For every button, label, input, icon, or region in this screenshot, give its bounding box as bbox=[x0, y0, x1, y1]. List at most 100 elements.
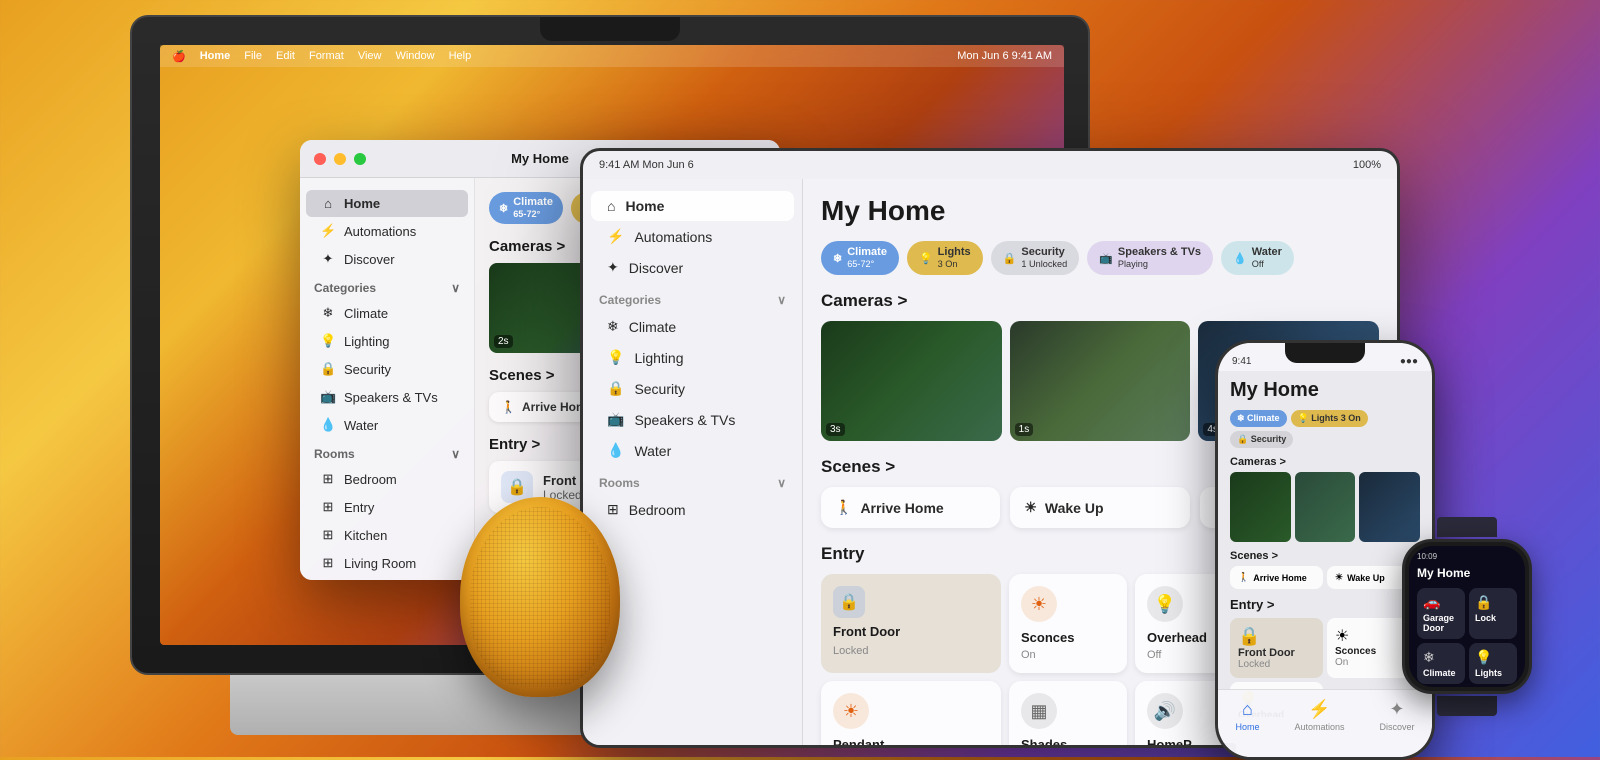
iphone-climate-pill[interactable]: ❄ Climate bbox=[1230, 410, 1287, 427]
window-menu[interactable]: Window bbox=[395, 50, 434, 62]
ip-automations-tab-label: Automations bbox=[1294, 722, 1344, 732]
pendant-name: Pendant bbox=[833, 737, 989, 745]
watch-grid: 🚗 GarageDoor 🔒 Lock ❄ Climate 💡 Lights bbox=[1417, 588, 1517, 684]
ipad-tvp-label: Speakers & TVsPlaying bbox=[1118, 246, 1201, 270]
climate-pill-label: Climate65-72° bbox=[513, 196, 553, 220]
view-menu[interactable]: View bbox=[358, 50, 382, 62]
iphone-cameras-header[interactable]: Cameras > bbox=[1230, 456, 1420, 468]
ipad-automations-label: Automations bbox=[634, 229, 712, 245]
ip-wakeup-icon: ☀ bbox=[1335, 572, 1343, 583]
homepod bbox=[440, 497, 640, 737]
iphone-lights-pill[interactable]: 💡 Lights 3 On bbox=[1291, 410, 1368, 427]
sidebar-item-climate[interactable]: ❄ Climate bbox=[306, 299, 468, 327]
watch-card-garage[interactable]: 🚗 GarageDoor bbox=[1417, 588, 1465, 639]
watch-strap-bottom bbox=[1437, 696, 1497, 716]
app-menu[interactable]: Home bbox=[200, 50, 231, 62]
ipad-speakers-pill[interactable]: 📺 Speakers & TVsPlaying bbox=[1087, 241, 1213, 275]
iphone-tab-automations[interactable]: ⚡ Automations bbox=[1294, 699, 1344, 732]
pendant-icon: ☀ bbox=[833, 693, 869, 729]
ipad-water-pill[interactable]: 💧 WaterOff bbox=[1221, 241, 1294, 275]
arrive-label: Arrive Home bbox=[860, 500, 943, 516]
speakers-icon: 📺 bbox=[320, 389, 336, 405]
ipad-climate-pill[interactable]: ❄ Climate65-72° bbox=[821, 241, 899, 275]
ipad-sidebar-water[interactable]: 💧 Water bbox=[591, 435, 794, 466]
iphone-signal: ●●● bbox=[1400, 356, 1418, 367]
iphone-tab-home[interactable]: ⌂ Home bbox=[1235, 699, 1259, 732]
ipad-statusbar: 9:41 AM Mon Jun 6 100% bbox=[583, 151, 1397, 179]
ipad-sidebar-climate[interactable]: ❄ Climate bbox=[591, 311, 794, 342]
ipad-sidebar-speakers[interactable]: 📺 Speakers & TVs bbox=[591, 404, 794, 435]
ip-home-tab-label: Home bbox=[1235, 722, 1259, 732]
help-menu[interactable]: Help bbox=[449, 50, 472, 62]
security-icon: 🔒 bbox=[320, 361, 336, 377]
sidebar-lighting-label: Lighting bbox=[344, 334, 390, 349]
ipad-scene-wakeup[interactable]: ☀ Wake Up bbox=[1010, 487, 1189, 528]
sidebar-item-home[interactable]: ⌂ Home bbox=[306, 190, 468, 217]
iphone-tabbar: ⌂ Home ⚡ Automations ✦ Discover bbox=[1218, 689, 1432, 757]
ipad-home-title: My Home bbox=[821, 195, 1379, 227]
ipad-lights-pill[interactable]: 💡 Lights3 On bbox=[907, 241, 983, 275]
ip-arrive-icon: 🚶 bbox=[1238, 572, 1249, 583]
apple-menu[interactable]: 🍎 bbox=[172, 50, 186, 63]
apple-watch: 10:09 My Home 🚗 GarageDoor 🔒 Lock ❄ Clim… bbox=[1392, 517, 1542, 697]
ipad-sidebar-security[interactable]: 🔒 Security bbox=[591, 373, 794, 404]
ip-automations-tab-icon: ⚡ bbox=[1308, 699, 1330, 720]
maximize-button[interactable] bbox=[354, 153, 366, 165]
ipad-cameras-header[interactable]: Cameras > bbox=[821, 291, 1379, 311]
iphone-door-name: Front Door bbox=[1238, 647, 1315, 659]
ipad-lp-label: Lights3 On bbox=[938, 246, 971, 270]
sidebar-item-water[interactable]: 💧 Water bbox=[306, 411, 468, 439]
ip-home-tab-icon: ⌂ bbox=[1242, 699, 1253, 720]
home-icon: ⌂ bbox=[320, 196, 336, 211]
watch-card-lights[interactable]: 💡 Lights bbox=[1469, 643, 1517, 684]
ipad-security-pill[interactable]: 🔒 Security1 Unlocked bbox=[991, 241, 1080, 275]
ipad-battery: 100% bbox=[1353, 159, 1381, 171]
sidebar-item-automations[interactable]: ⚡ Automations bbox=[306, 217, 468, 245]
climate-pill[interactable]: ❄ Climate65-72° bbox=[489, 192, 563, 224]
sconces-icon: ☀ bbox=[1021, 586, 1057, 622]
sidebar-item-speakers[interactable]: 📺 Speakers & TVs bbox=[306, 383, 468, 411]
ipad-sconces-card[interactable]: ☀ Sconces On bbox=[1009, 574, 1127, 673]
sidebar-item-security[interactable]: 🔒 Security bbox=[306, 355, 468, 383]
watch-garage-label: GarageDoor bbox=[1423, 613, 1459, 633]
ipad-sidebar-automations[interactable]: ⚡ Automations bbox=[591, 221, 794, 252]
iphone-tab-discover[interactable]: ✦ Discover bbox=[1379, 699, 1414, 732]
ipad-sidebar-discover[interactable]: ✦ Discover bbox=[591, 252, 794, 283]
watch-card-climate[interactable]: ❄ Climate bbox=[1417, 643, 1465, 684]
ipad-front-door-card: 🔒 Front Door Locked bbox=[821, 574, 1001, 673]
climate-icon: ❄ bbox=[320, 305, 336, 321]
minimize-button[interactable] bbox=[334, 153, 346, 165]
sidebar-kitchen-label: Kitchen bbox=[344, 528, 387, 543]
rooms-section-header: Rooms ∨ bbox=[300, 439, 474, 465]
wakeup-icon: ☀ bbox=[1024, 499, 1037, 516]
iphone-arrive-scene[interactable]: 🚶 Arrive Home bbox=[1230, 566, 1323, 589]
ipad-pendant-card[interactable]: ☀ Pendant 25% bbox=[821, 681, 1001, 745]
ipad-tvp-icon: 📺 bbox=[1099, 252, 1113, 265]
sidebar-home-label: Home bbox=[344, 196, 380, 211]
ipad-scene-arrive[interactable]: 🚶 Arrive Home bbox=[821, 487, 1000, 528]
ipad-sidebar-home[interactable]: ⌂ Home bbox=[591, 191, 794, 221]
file-menu[interactable]: File bbox=[244, 50, 262, 62]
sidebar-automations-label: Automations bbox=[344, 224, 416, 239]
sidebar-item-lighting[interactable]: 💡 Lighting bbox=[306, 327, 468, 355]
close-button[interactable] bbox=[314, 153, 326, 165]
sconces-status: On bbox=[1021, 649, 1115, 661]
ipad-cam1: 3s bbox=[821, 321, 1002, 441]
sidebar-water-label: Water bbox=[344, 418, 378, 433]
ipad-door-name: Front Door bbox=[833, 624, 900, 639]
categories-section-header: Categories ∨ bbox=[300, 273, 474, 299]
sidebar-item-discover[interactable]: ✦ Discover bbox=[306, 245, 468, 273]
edit-menu[interactable]: Edit bbox=[276, 50, 295, 62]
ipad-cp-icon: ❄ bbox=[833, 252, 842, 265]
climate-pill-icon: ❄ bbox=[499, 202, 508, 215]
ipad-sidebar-lighting[interactable]: 💡 Lighting bbox=[591, 342, 794, 373]
format-menu[interactable]: Format bbox=[309, 50, 344, 62]
ipad-climate-icon: ❄ bbox=[607, 318, 619, 335]
watch-card-lock[interactable]: 🔒 Lock bbox=[1469, 588, 1517, 639]
sidebar-security-label: Security bbox=[344, 362, 391, 377]
iphone-security-pill[interactable]: 🔒 Security bbox=[1230, 431, 1293, 448]
overhead-icon: 💡 bbox=[1147, 586, 1183, 622]
ipad-shades-card[interactable]: ▦ Shades Closed bbox=[1009, 681, 1127, 745]
watch-lights-icon: 💡 bbox=[1475, 649, 1511, 666]
sidebar-item-bedroom[interactable]: ⊞ Bedroom bbox=[306, 465, 468, 493]
